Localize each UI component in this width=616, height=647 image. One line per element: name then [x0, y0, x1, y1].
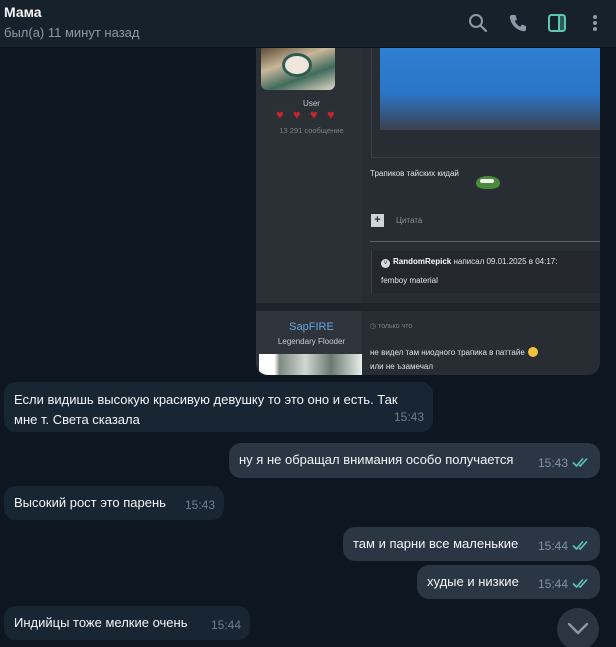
message-meta: 15:43	[538, 453, 592, 473]
forum-avatar	[261, 48, 335, 90]
message-text: Если видишь высокую красивую девушку то …	[14, 392, 398, 407]
heart-icon: ♥	[310, 107, 318, 122]
forum-post-time-text: только что	[378, 323, 413, 330]
message-text: худые и низкие	[427, 574, 519, 589]
message-text: Высокий рост это парень	[14, 495, 166, 510]
forum-quote-meta: написал 09.01.2025 в 04:17:	[453, 257, 558, 266]
message-text: ну я не обращал внимания особо получаетс…	[239, 452, 514, 467]
forum-user-role: Legendary Flooder	[277, 337, 346, 346]
forum-user-panel: User ♥ ♥ ♥ ♥ 13 291 сообщение	[256, 48, 362, 303]
forum-quote: ˅ RandomRepick написал 09.01.2025 в 04:17…	[371, 251, 600, 293]
pepe-emoji-icon	[476, 176, 500, 189]
forum-post-image-frame	[371, 48, 600, 158]
forum-post-line-text: не видел там ниодного трапика в паттайе	[370, 348, 525, 357]
chat-header: Мама был(а) 11 минут назад	[0, 0, 616, 48]
message-meta: 15:44	[538, 536, 592, 556]
message-time: 15:44	[210, 618, 241, 632]
chevron-down-icon	[567, 622, 589, 635]
contact-status: был(а) 11 минут назад	[4, 25, 140, 40]
message-bubble-incoming[interactable]: Высокий рост это парень 15:43	[4, 486, 224, 520]
double-check-icon	[572, 577, 592, 589]
forum-avatar	[259, 354, 362, 375]
double-check-icon	[572, 456, 592, 468]
message-meta: 15:44	[538, 574, 592, 594]
message-list[interactable]: User ♥ ♥ ♥ ♥ 13 291 сообщение Трапиков т…	[0, 48, 616, 647]
divider	[256, 303, 600, 311]
contact-name[interactable]: Мама	[4, 4, 42, 20]
message-time: 15:43	[537, 456, 568, 470]
message-time: 15:43	[184, 498, 215, 512]
forum-user-panel-2: SapFIRE Legendary Flooder	[256, 311, 362, 375]
heart-icon: ♥	[276, 107, 284, 122]
message-time: 15:44	[537, 577, 568, 591]
plus-icon: +	[371, 214, 384, 227]
message-text: мне т. Света сказала	[14, 412, 140, 427]
forum-message-count: 13 291 сообщение	[279, 126, 344, 135]
heart-icon: ♥	[293, 107, 301, 122]
smiley-emoji-icon	[527, 347, 538, 357]
forum-post-time: ◷ только что	[370, 322, 412, 330]
message-bubble-outgoing[interactable]: ну я не обращал внимания особо получаетс…	[229, 443, 600, 478]
forum-quote-label: Цитата	[396, 216, 423, 225]
message-text: Индийцы тоже мелкие очень	[14, 615, 188, 630]
forum-quote-body: femboy material	[381, 276, 438, 285]
message-text: там и парни все маленькие	[353, 536, 519, 551]
forum-quote-header: ˅ RandomRepick написал 09.01.2025 в 04:17…	[381, 257, 557, 268]
phone-icon[interactable]	[507, 12, 529, 34]
forum-post-line: или не ъзамечал	[370, 362, 434, 371]
more-icon[interactable]	[584, 12, 606, 34]
message-bubble-outgoing[interactable]: худые и низкие 15:44	[417, 565, 600, 599]
forum-rating-hearts: ♥ ♥ ♥ ♥	[276, 108, 341, 122]
search-icon[interactable]	[467, 12, 489, 34]
scroll-down-button[interactable]	[557, 608, 599, 647]
chevron-down-icon: ˅	[381, 259, 390, 268]
image-message[interactable]: User ♥ ♥ ♥ ♥ 13 291 сообщение Трапиков т…	[256, 48, 600, 375]
heart-icon: ♥	[327, 107, 335, 122]
message-bubble-incoming[interactable]: Индийцы тоже мелкие очень 15:44	[4, 606, 250, 640]
forum-quote-author: RandomRepick	[393, 257, 452, 266]
forum-post-text: Трапиков тайских кидай	[370, 169, 459, 178]
forum-username: SapFIRE	[289, 321, 334, 333]
double-check-icon	[572, 539, 592, 551]
clock-icon: ◷	[370, 323, 377, 330]
message-time: 15:43	[393, 410, 424, 424]
message-bubble-outgoing[interactable]: там и парни все маленькие 15:44	[343, 527, 600, 561]
divider	[370, 241, 600, 242]
message-bubble-incoming[interactable]: Если видишь высокую красивую девушку то …	[4, 382, 433, 432]
message-time: 15:44	[537, 539, 568, 553]
sidebar-icon[interactable]	[546, 12, 568, 34]
forum-post-line: не видел там ниодного трапика в паттайе	[370, 347, 538, 357]
